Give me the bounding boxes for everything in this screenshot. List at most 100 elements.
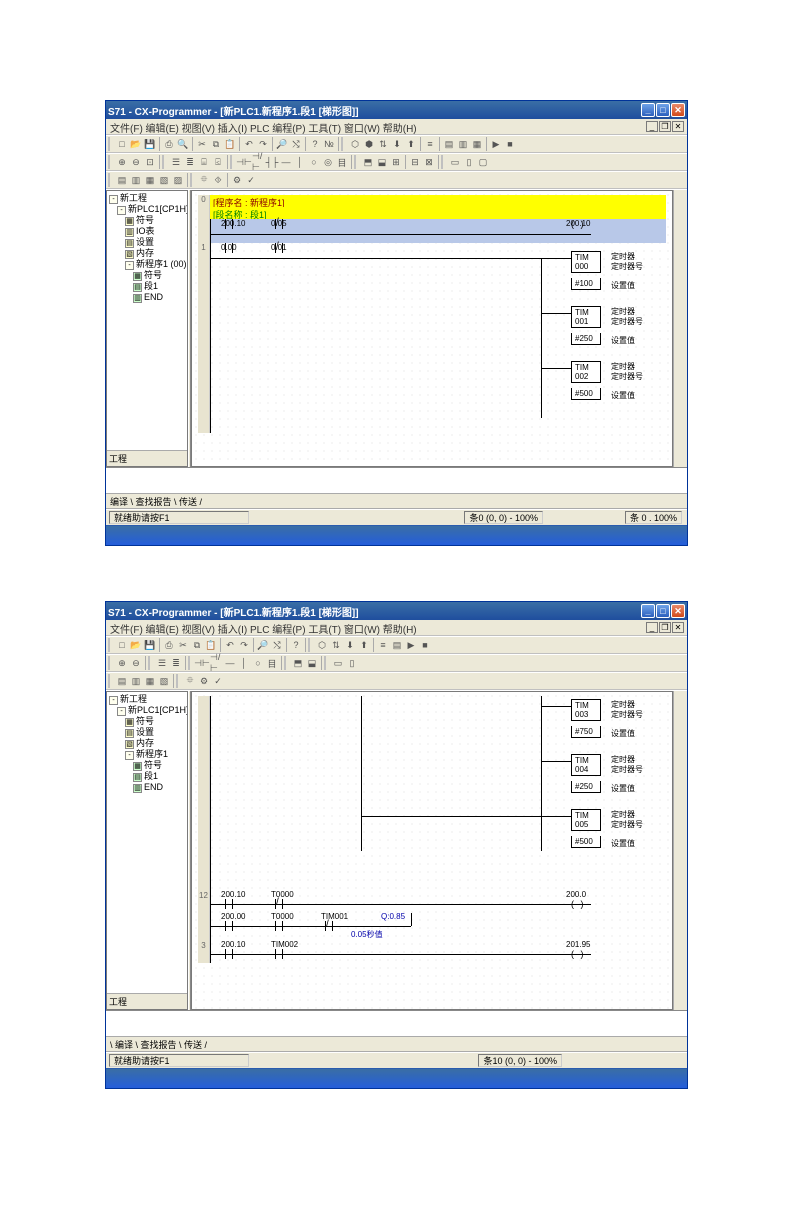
mdi-minimize-button[interactable]: _ [646,622,658,633]
tim-block[interactable]: TIM000 [571,251,601,273]
new-file-icon[interactable]: □ [115,137,129,151]
tree-root[interactable]: 新工程 [120,694,147,704]
contact-no-icon[interactable]: ⊣⊢ [237,155,251,169]
zoom-out-icon[interactable]: ⊖ [129,656,143,670]
cut-icon[interactable]: ✂ [176,638,190,652]
copy-icon[interactable]: ⧉ [209,137,223,151]
undo-icon[interactable]: ↶ [242,137,256,151]
tree-item[interactable]: 符号 [144,760,162,770]
download-icon[interactable]: ⬇ [343,638,357,652]
context-help-icon[interactable]: № [322,137,336,151]
rung-13[interactable]: 200.00 T0000 TIM001 Q:0.85 0.05秒值 [210,913,666,941]
mdi-close-button[interactable]: ✕ [672,121,684,132]
stop-icon[interactable]: ■ [503,137,517,151]
address-ref-icon[interactable]: ▧ [157,674,171,688]
print-icon[interactable]: ⎙ [162,638,176,652]
titlebar[interactable]: S71 - CX-Programmer - [新PLC1.新程序1.段1 [梯形… [106,101,687,119]
rung-above-icon[interactable]: ⬒ [361,155,375,169]
view-mnemonic-icon[interactable]: ≣ [183,155,197,169]
mdi-close-button[interactable]: ✕ [672,622,684,633]
monitor-pause-icon[interactable]: ▥ [456,137,470,151]
compile-all-icon[interactable]: ✓ [244,173,258,187]
tree-plc[interactable]: 新PLC1[CP1H] 离线 [128,204,187,214]
online-icon[interactable]: ⬡ [315,638,329,652]
function-icon[interactable]: 目 [265,656,279,670]
contact-nc-icon[interactable]: ⊣/⊢ [209,656,223,670]
tree-plc[interactable]: 新PLC1[CP1H] 离线 [128,705,187,715]
row-insert-icon[interactable]: ⊞ [389,155,403,169]
compile-all-icon[interactable]: ✓ [211,674,225,688]
minimize-button[interactable]: _ [641,604,655,618]
section-down-icon[interactable]: ⯑ [211,173,225,187]
coil-icon[interactable]: ○ [251,656,265,670]
ladder-editor[interactable]: 0 [程序名 : 新程序1] [段名称 : 段1] 200.10 0.05 [191,190,673,467]
vertical-scrollbar[interactable] [673,190,687,467]
replace-icon[interactable]: ⤭ [270,638,284,652]
section-icon[interactable]: ⯐ [197,173,211,187]
contact-nc-icon[interactable]: ⊣/⊢ [251,155,265,169]
tree-item[interactable]: 符号 [136,716,154,726]
tree-item[interactable]: 设置 [136,237,154,247]
project-tree-icon[interactable]: ▤ [115,674,129,688]
mdi-minimize-button[interactable]: _ [646,121,658,132]
redo-icon[interactable]: ↷ [237,638,251,652]
tim-block[interactable]: TIM002 [571,361,601,383]
upload-icon[interactable]: ⬆ [404,137,418,151]
maximize-button[interactable]: □ [656,604,670,618]
tim-block[interactable]: TIM001 [571,306,601,328]
section-icon[interactable]: ⯐ [183,674,197,688]
rung-1[interactable]: 0.00 0.01 TIM000 定时器 定时器号 #100 设置值 [210,243,666,433]
output-icon[interactable]: ▥ [129,674,143,688]
zoom-out-icon[interactable]: ⊖ [129,155,143,169]
sidebar-tab[interactable]: 工程 [107,450,187,466]
rung-14[interactable]: 200.10 TIM002 201.95 ( ) [210,941,666,963]
close-button[interactable]: ✕ [671,103,685,117]
help-icon[interactable]: ? [289,638,303,652]
watch-icon[interactable]: ▦ [143,173,157,187]
contact-or-icon[interactable]: ┤├ [265,155,279,169]
ladder-editor[interactable]: TIM003 定时器 定时器号 #750 设置值 TIM004 定时器 定时器号… [191,691,673,1010]
delete-row-icon[interactable]: ⊟ [408,155,422,169]
hline-icon[interactable]: — [279,155,293,169]
menubar[interactable]: 文件(F) 编辑(E) 视图(V) 插入(I) PLC 编程(P) 工具(T) … [106,620,687,636]
tree-root[interactable]: 新工程 [120,193,147,203]
coil-not-icon[interactable]: ◎ [321,155,335,169]
tree-prog[interactable]: 新程序1 (00) [136,259,187,269]
output-tabs[interactable]: 编译 \ 查找报告 \ 传送 / [106,493,687,509]
menubar[interactable]: 文件(F) 编辑(E) 视图(V) 插入(I) PLC 编程(P) 工具(T) … [106,119,687,135]
tim-block[interactable]: TIM004 [571,754,601,776]
transfer-icon[interactable]: ⇅ [329,638,343,652]
redo-icon[interactable]: ↷ [256,137,270,151]
stop-icon[interactable]: ■ [418,638,432,652]
download-icon[interactable]: ⬇ [390,137,404,151]
coil-icon[interactable]: ○ [307,155,321,169]
window-tile-icon[interactable]: ▭ [331,656,345,670]
work-online-icon[interactable]: ⬢ [362,137,376,151]
paste-icon[interactable]: 📋 [223,137,237,151]
tree-item[interactable]: IO表 [136,226,155,236]
compile-icon[interactable]: ⚙ [230,173,244,187]
save-icon[interactable]: 💾 [143,638,157,652]
copy-icon[interactable]: ⧉ [190,638,204,652]
monitor-stop-icon[interactable]: ▦ [470,137,484,151]
project-tree-icon[interactable]: ▤ [115,173,129,187]
window-tile-icon[interactable]: ▭ [448,155,462,169]
function-icon[interactable]: 目 [335,155,349,169]
tree-prog[interactable]: 新程序1 [136,749,168,759]
close-button[interactable]: ✕ [671,604,685,618]
tree-item[interactable]: 内存 [136,248,154,258]
zoom-fit-icon[interactable]: ⊡ [143,155,157,169]
mdi-restore-button[interactable]: ❐ [659,622,671,633]
window-cascade-icon[interactable]: ▯ [462,155,476,169]
vline-icon[interactable]: │ [293,155,307,169]
run-icon[interactable]: ▶ [404,638,418,652]
online-icon[interactable]: ⬡ [348,137,362,151]
tree-item[interactable]: 段1 [144,281,158,291]
view-ladder-icon[interactable]: ☰ [169,155,183,169]
find-icon[interactable]: 🔎 [256,638,270,652]
undo-icon[interactable]: ↶ [223,638,237,652]
address-ref-icon[interactable]: ▧ [157,173,171,187]
view-symbol-icon[interactable]: ⍃ [211,155,225,169]
mdi-restore-button[interactable]: ❐ [659,121,671,132]
contact-no-icon[interactable]: ⊣⊢ [195,656,209,670]
